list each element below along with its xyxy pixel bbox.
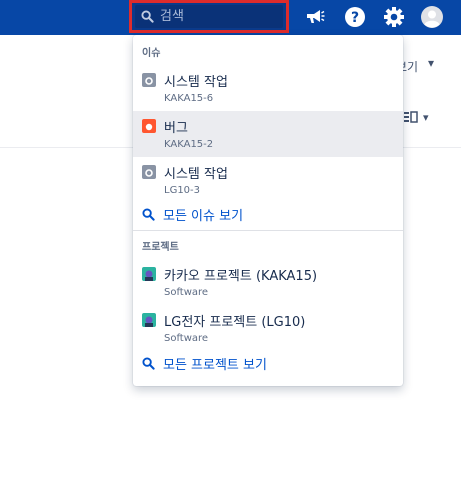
project-avatar-icon — [142, 267, 156, 281]
search-field[interactable] — [135, 5, 283, 28]
issue-result-item[interactable]: 시스템 작업 KAKA15-6 — [133, 65, 403, 111]
project-type: Software — [164, 287, 209, 298]
issue-key: KAKA15-2 — [164, 139, 214, 150]
project-title: LG전자 프로젝트 (LG10) — [164, 315, 306, 330]
top-navigation-bar: ? — [0, 0, 461, 35]
issue-title: 버그 — [164, 121, 188, 136]
task-icon — [142, 165, 156, 179]
issue-title: 시스템 작업 — [164, 167, 228, 182]
project-type: Software — [164, 333, 209, 344]
issue-key: LG10-3 — [164, 185, 201, 196]
project-result-item[interactable]: 카카오 프로젝트 (KAKA15) Software — [133, 259, 403, 305]
avatar[interactable] — [419, 4, 445, 30]
project-avatar-icon — [142, 313, 156, 327]
board-view-icon — [404, 111, 418, 123]
search-icon — [141, 10, 154, 23]
search-icon — [142, 357, 155, 370]
svg-text:?: ? — [351, 10, 359, 26]
search-input[interactable] — [160, 9, 270, 24]
gear-icon[interactable] — [381, 4, 407, 30]
help-icon[interactable]: ? — [342, 4, 368, 30]
chevron-down-icon[interactable]: ▾ — [428, 56, 434, 70]
board-view-button[interactable]: ▾ — [404, 106, 442, 128]
projects-section-title: 프로젝트 — [142, 242, 179, 253]
view-all-issues-label: 모든 이슈 보기 — [163, 209, 244, 224]
issue-result-item[interactable]: 시스템 작업 LG10-3 — [133, 157, 403, 203]
issues-section-title: 이슈 — [142, 48, 161, 59]
megaphone-icon[interactable] — [302, 4, 328, 30]
bug-icon — [142, 119, 156, 133]
issue-title: 시스템 작업 — [164, 75, 228, 90]
search-results-dropdown: 이슈 시스템 작업 KAKA15-6 버그 KAKA15-2 시스템 작업 LG… — [133, 35, 403, 386]
view-all-issues-link[interactable]: 모든 이슈 보기 — [142, 205, 243, 224]
view-all-projects-link[interactable]: 모든 프로젝트 보기 — [142, 354, 267, 373]
project-title: 카카오 프로젝트 (KAKA15) — [164, 269, 318, 284]
task-icon — [142, 73, 156, 87]
project-result-item[interactable]: LG전자 프로젝트 (LG10) Software — [133, 305, 403, 351]
issue-key: KAKA15-6 — [164, 93, 214, 104]
search-box-highlight[interactable] — [129, 0, 289, 33]
view-all-projects-label: 모든 프로젝트 보기 — [163, 358, 267, 373]
search-icon — [142, 208, 155, 221]
issue-result-item[interactable]: 버그 KAKA15-2 — [133, 111, 403, 157]
chevron-down-icon: ▾ — [423, 110, 429, 124]
section-divider — [133, 230, 403, 231]
